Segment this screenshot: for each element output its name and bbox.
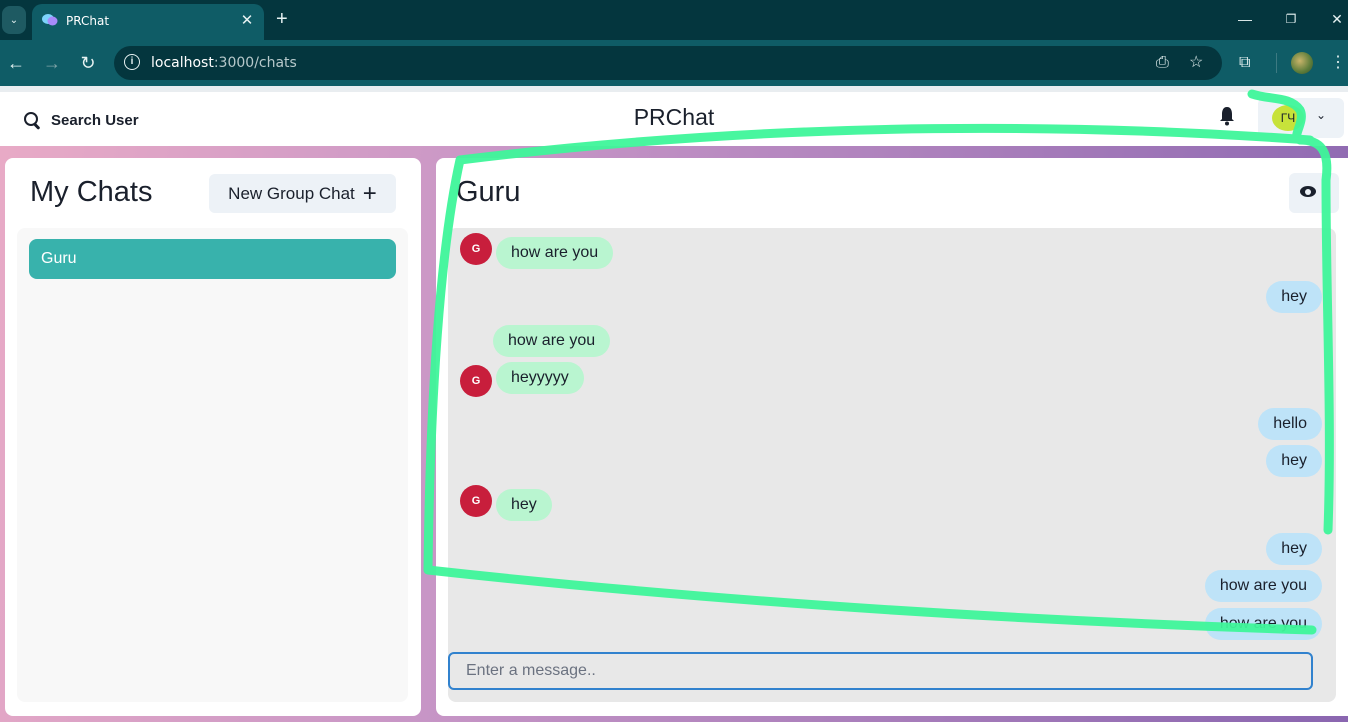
- bell-icon[interactable]: [1219, 106, 1235, 126]
- plus-icon: +: [362, 179, 377, 207]
- install-app-icon[interactable]: ⎙: [1156, 52, 1169, 74]
- chevron-down-icon: ⌄: [1316, 108, 1327, 122]
- search-user-label: Search User: [51, 111, 139, 129]
- profile-menu-button[interactable]: ГЧ ⌄: [1258, 98, 1344, 138]
- sender-avatar[interactable]: G: [460, 485, 492, 517]
- messages-area[interactable]: G how are you hey how are you G heyyyyy …: [448, 228, 1336, 702]
- sender-avatar[interactable]: G: [460, 365, 492, 397]
- sender-avatar[interactable]: G: [460, 233, 492, 265]
- message-bubble: heyyyyy: [496, 362, 584, 394]
- back-arrow-icon[interactable]: ←: [4, 51, 28, 75]
- tab-search-chevron-icon[interactable]: ⌄: [2, 6, 26, 34]
- message-bubble: hey: [496, 489, 552, 521]
- site-info-icon[interactable]: i: [124, 54, 140, 70]
- message-bubble: hey: [1266, 533, 1322, 565]
- view-profile-button[interactable]: [1289, 173, 1339, 213]
- url-text: localhost:3000/chats: [151, 55, 297, 71]
- browser-tabstrip: ⌄ PRChat ✕ + — ❐ ✕: [0, 0, 1348, 40]
- message-bubble: hello: [1258, 408, 1322, 440]
- search-user-button[interactable]: Search User: [16, 102, 147, 138]
- new-group-chat-label: New Group Chat: [228, 183, 355, 203]
- restore-icon[interactable]: ❐: [1279, 8, 1303, 30]
- eye-icon: [1300, 186, 1316, 197]
- address-bar[interactable]: i localhost:3000/chats ⎙ ☆: [114, 46, 1222, 80]
- message-bubble: how are you: [493, 325, 611, 357]
- message-bubble: hey: [1266, 445, 1322, 477]
- bookmark-star-icon[interactable]: ☆: [1189, 52, 1203, 74]
- my-chats-heading: My Chats: [30, 176, 153, 208]
- avatar: ГЧ: [1272, 105, 1304, 131]
- toolbar-divider: [1276, 53, 1277, 73]
- reload-icon[interactable]: ↻: [76, 51, 100, 75]
- message-bubble: how are you: [496, 237, 614, 269]
- new-group-chat-button[interactable]: New Group Chat +: [209, 174, 396, 213]
- chat-list-item[interactable]: Guru: [29, 239, 396, 279]
- tab-title: PRChat: [66, 14, 110, 28]
- message-bubble: how are you: [1204, 608, 1322, 640]
- message-bubble: how are you: [1204, 570, 1322, 602]
- forward-arrow-icon[interactable]: →: [40, 51, 64, 75]
- close-window-icon[interactable]: ✕: [1325, 8, 1348, 30]
- message-input[interactable]: [448, 652, 1313, 690]
- new-tab-plus-icon[interactable]: +: [276, 8, 288, 30]
- browser-menu-icon[interactable]: ⋮: [1330, 52, 1346, 74]
- chat-title: Guru: [456, 176, 521, 208]
- my-chats-panel: My Chats New Group Chat + Guru: [5, 158, 421, 716]
- browser-toolbar: ← → ↻ i localhost:3000/chats ⎙ ☆ ⧉ ⋮: [0, 40, 1348, 86]
- app-title: PRChat: [633, 104, 715, 130]
- app-header: Search User PRChat ГЧ ⌄: [0, 86, 1348, 146]
- chat-box: Guru G how are you hey how are you G hey…: [436, 158, 1348, 716]
- search-icon: [24, 111, 41, 129]
- chats-list: Guru: [17, 228, 408, 702]
- extensions-puzzle-icon[interactable]: ⧉: [1239, 52, 1250, 74]
- message-bubble: hey: [1266, 281, 1322, 313]
- browser-tab[interactable]: PRChat ✕: [32, 4, 264, 40]
- chat-bubbles-icon: [42, 14, 58, 26]
- minimize-icon[interactable]: —: [1233, 8, 1257, 30]
- browser-profile-avatar[interactable]: [1291, 52, 1313, 74]
- close-tab-icon[interactable]: ✕: [238, 12, 256, 30]
